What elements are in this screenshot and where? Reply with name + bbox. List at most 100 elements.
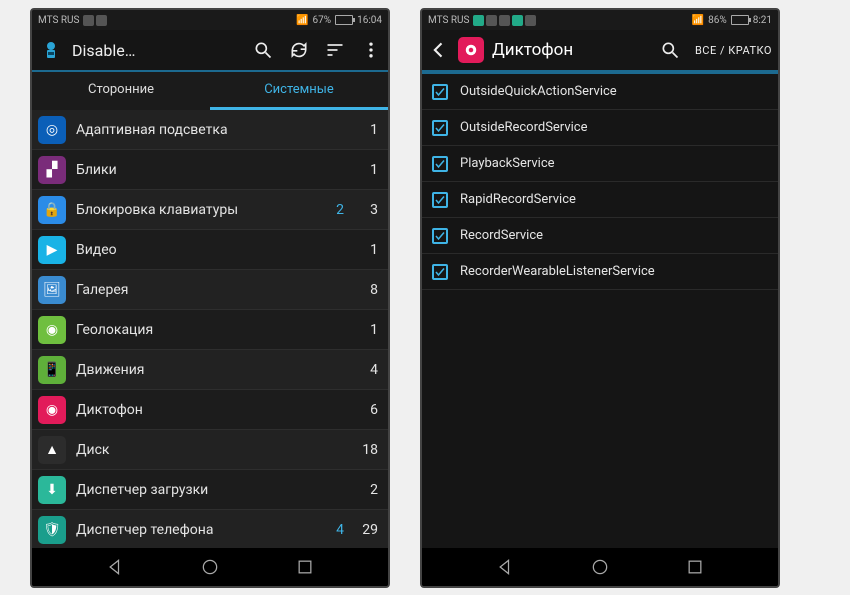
service-count: 1 xyxy=(354,242,378,258)
service-item[interactable]: RapidRecordService xyxy=(422,182,778,218)
view-toggle-button[interactable]: ВСЕ / КРАТКО xyxy=(695,44,772,57)
app-logo-icon xyxy=(38,37,64,63)
app-detail-title: Диктофон xyxy=(492,40,573,60)
battery-label: 86% xyxy=(708,15,727,26)
carrier-label: MTS RUS xyxy=(38,15,79,26)
list-item[interactable]: ⬇Диспетчер загрузки2 xyxy=(32,470,388,510)
checkbox-icon[interactable] xyxy=(432,264,448,280)
list-item[interactable]: ◉ Геолокация 1 xyxy=(32,310,388,350)
app-label: Диск xyxy=(76,442,344,458)
nav-bar xyxy=(32,548,388,586)
checkbox-icon[interactable] xyxy=(432,192,448,208)
service-label: RapidRecordService xyxy=(460,192,576,207)
disabled-count: 2 xyxy=(324,202,344,218)
battery-icon xyxy=(335,15,353,25)
service-count: 8 xyxy=(354,282,378,298)
app-label: Галерея xyxy=(76,282,344,298)
service-count: 29 xyxy=(354,522,378,538)
service-count: 1 xyxy=(354,162,378,178)
app-label: Геолокация xyxy=(76,322,344,338)
sort-icon[interactable] xyxy=(324,39,346,61)
status-app-icons xyxy=(473,15,536,26)
nav-home-icon[interactable] xyxy=(199,556,221,578)
app-icon: ▲ xyxy=(38,436,66,464)
app-label: Блокировка клавиатуры xyxy=(76,202,314,218)
tab-system[interactable]: Системные xyxy=(210,72,388,110)
service-count: 18 xyxy=(354,442,378,458)
nav-back-icon[interactable] xyxy=(495,556,517,578)
overflow-menu-icon[interactable] xyxy=(360,39,382,61)
list-item[interactable]: ◎Адаптивная подсветка1 xyxy=(32,110,388,150)
checkbox-icon[interactable] xyxy=(432,120,448,136)
app-label: Видео xyxy=(76,242,344,258)
status-bar: MTS RUS 86% 8:21 xyxy=(422,10,778,30)
app-icon: ▶ xyxy=(38,236,66,264)
app-icon: 📱 xyxy=(38,356,66,384)
service-item[interactable]: PlaybackService xyxy=(422,146,778,182)
app-list[interactable]: ◎Адаптивная подсветка1▞Блики1🔒Блокировка… xyxy=(32,110,388,548)
list-item[interactable]: 🔒 Блокировка клавиатуры 23 xyxy=(32,190,388,230)
list-item[interactable]: 📱 Движения 4 xyxy=(32,350,388,390)
list-item[interactable]: 🛡Диспетчер телефона429 xyxy=(32,510,388,548)
app-icon: ◉ xyxy=(38,396,66,424)
app-detail-icon xyxy=(458,37,484,63)
app-label: Диктофон xyxy=(76,402,344,418)
clock-label: 8:21 xyxy=(753,15,772,26)
service-label: RecorderWearableListenerService xyxy=(460,264,655,279)
list-item[interactable]: 🖼 Галерея 8 xyxy=(32,270,388,310)
app-label: Блики xyxy=(76,162,344,178)
back-icon[interactable] xyxy=(428,39,450,61)
app-label: Адаптивная подсветка xyxy=(76,122,344,138)
search-icon[interactable] xyxy=(252,39,274,61)
tabs: Сторонние Системные xyxy=(32,72,388,110)
service-count: 2 xyxy=(354,482,378,498)
phone-left: MTS RUS 67% 16:04 Disable… xyxy=(30,8,390,588)
checkbox-icon[interactable] xyxy=(432,84,448,100)
nav-recent-icon[interactable] xyxy=(684,556,706,578)
phone-right: MTS RUS 86% 8:21 Диктофон ВСЕ / КРАТКО O… xyxy=(420,8,780,588)
nav-recent-icon[interactable] xyxy=(294,556,316,578)
service-list[interactable]: OutsideQuickActionService OutsideRecordSe… xyxy=(422,74,778,548)
refresh-icon[interactable] xyxy=(288,39,310,61)
service-count: 6 xyxy=(354,402,378,418)
app-label: Движения xyxy=(76,362,344,378)
nav-back-icon[interactable] xyxy=(105,556,127,578)
app-icon: 🔒 xyxy=(38,196,66,224)
list-item[interactable]: ▶ Видео 1 xyxy=(32,230,388,270)
app-icon: 🖼 xyxy=(38,276,66,304)
service-item[interactable]: RecorderWearableListenerService xyxy=(422,254,778,290)
list-item[interactable]: ▲ Диск 18 xyxy=(32,430,388,470)
app-icon: 🛡 xyxy=(38,516,66,544)
app-label: Диспетчер загрузки xyxy=(76,482,344,498)
list-item[interactable]: ▞ Блики 1 xyxy=(32,150,388,190)
app-icon: ◉ xyxy=(38,316,66,344)
app-bar: Диктофон ВСЕ / КРАТКО xyxy=(422,30,778,72)
service-label: RecordService xyxy=(460,228,543,243)
tab-third-party[interactable]: Сторонние xyxy=(32,72,210,110)
status-app-icons xyxy=(83,15,107,26)
clock-label: 16:04 xyxy=(357,15,382,26)
service-count: 4 xyxy=(354,362,378,378)
nav-bar xyxy=(422,548,778,586)
app-icon: ▞ xyxy=(38,156,66,184)
search-icon[interactable] xyxy=(659,39,681,61)
battery-icon xyxy=(731,15,749,25)
checkbox-icon[interactable] xyxy=(432,228,448,244)
service-label: PlaybackService xyxy=(460,156,555,171)
battery-label: 67% xyxy=(313,15,332,26)
service-item[interactable]: OutsideRecordService xyxy=(422,110,778,146)
service-count: 1 xyxy=(354,322,378,338)
carrier-label: MTS RUS xyxy=(428,15,469,26)
app-title: Disable… xyxy=(72,41,135,60)
service-item[interactable]: RecordService xyxy=(422,218,778,254)
service-item[interactable]: OutsideQuickActionService xyxy=(422,74,778,110)
app-label: Диспетчер телефона xyxy=(76,522,314,538)
service-count: 1 xyxy=(354,122,378,138)
service-label: OutsideQuickActionService xyxy=(460,84,617,99)
wifi-icon xyxy=(296,15,308,26)
status-bar: MTS RUS 67% 16:04 xyxy=(32,10,388,30)
checkbox-icon[interactable] xyxy=(432,156,448,172)
nav-home-icon[interactable] xyxy=(589,556,611,578)
list-item[interactable]: ◉ Диктофон 6 xyxy=(32,390,388,430)
service-count: 3 xyxy=(354,202,378,218)
